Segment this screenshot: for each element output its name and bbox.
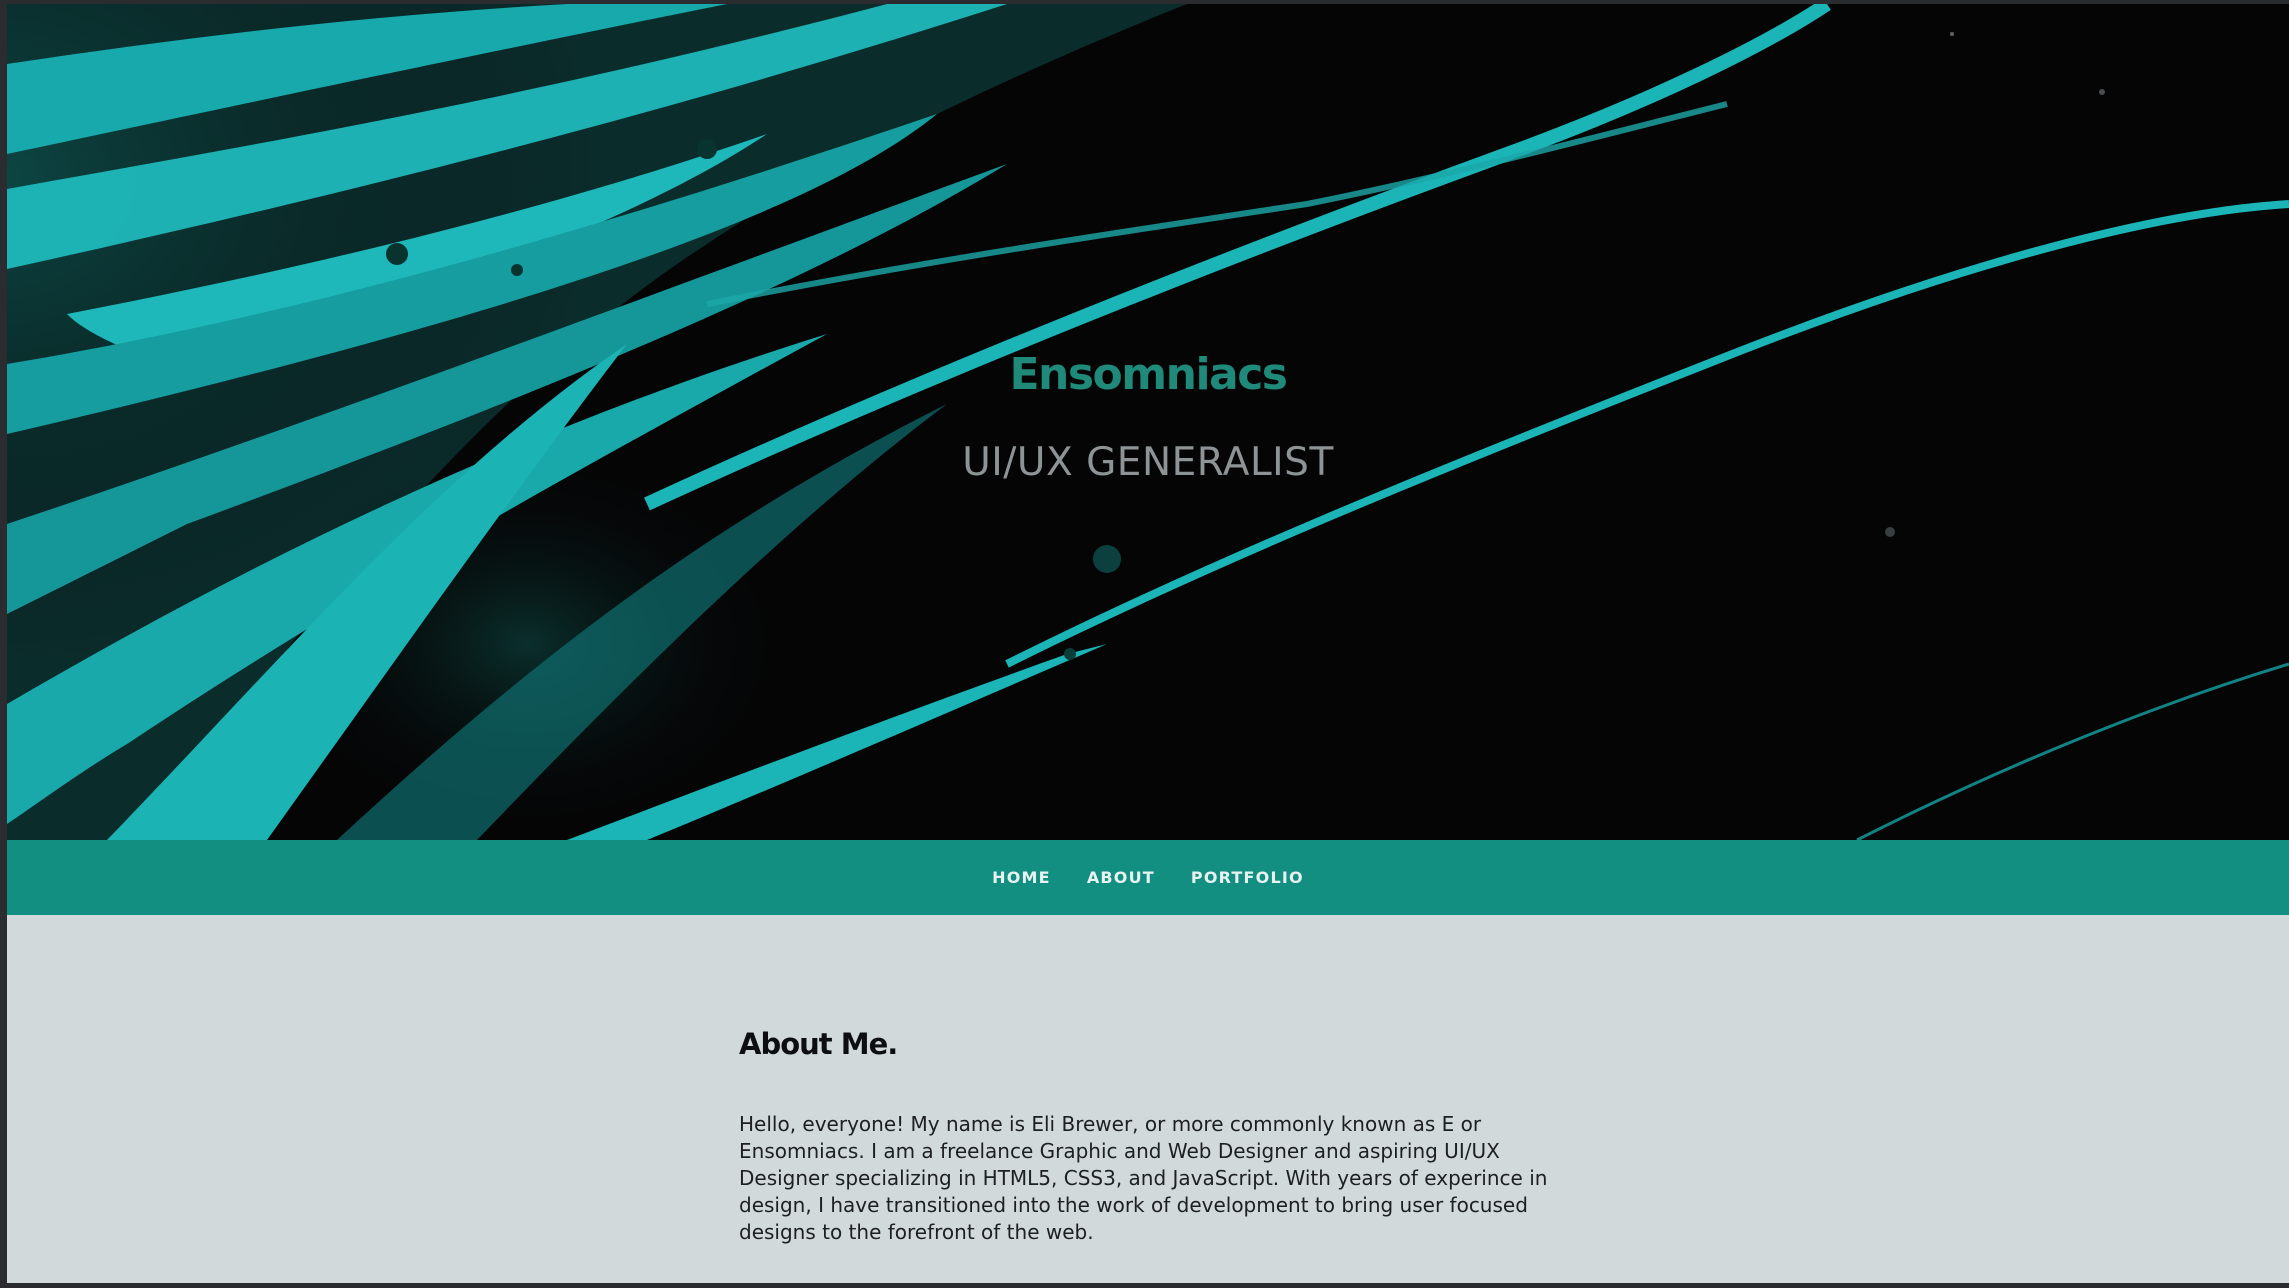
window-bottom-border: [0, 1283, 2289, 1288]
hero-background-art: [7, 4, 2289, 840]
main-navigation: HOME ABOUT PORTFOLIO: [7, 840, 2289, 915]
about-section: About Me. Hello, everyone! My name is El…: [7, 915, 2289, 1283]
site-title: Ensomniacs: [1009, 349, 1288, 400]
about-heading: About Me.: [739, 1027, 898, 1061]
site-subtitle: UI/UX GENERALIST: [962, 440, 1334, 485]
nav-portfolio-link[interactable]: PORTFOLIO: [1191, 862, 1304, 893]
nav-about-link[interactable]: ABOUT: [1087, 862, 1155, 893]
hero-banner: Ensomniacs UI/UX GENERALIST: [7, 4, 2289, 840]
about-paragraph: Hello, everyone! My name is Eli Brewer, …: [739, 1112, 1548, 1244]
page-frame: Ensomniacs UI/UX GENERALIST HOME ABOUT P…: [7, 4, 2289, 1283]
nav-home-link[interactable]: HOME: [992, 862, 1051, 893]
